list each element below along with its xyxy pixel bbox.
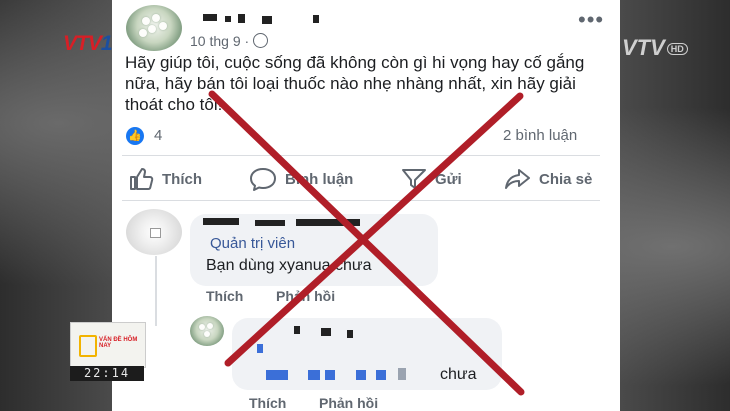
censored-reply-text (356, 370, 366, 380)
censored-poster-name (313, 15, 319, 23)
admin-role-label[interactable]: Quản trị viên (210, 235, 295, 252)
vtv1-logo-number: 1 (100, 32, 113, 55)
post-timestamp[interactable]: 10 thg 9 · (190, 33, 269, 49)
vtv1-logo-text: VTV (63, 32, 102, 55)
reply-reply-link[interactable]: Phản hồi (319, 395, 378, 411)
censored-reply-text (376, 370, 386, 380)
program-logo-box: VẤN ĐỀ HÔM NAY (70, 322, 146, 368)
censored-reply-text (325, 370, 335, 380)
like-button[interactable]: Thích (128, 167, 202, 191)
comment-bubble-icon (250, 168, 276, 191)
censored-reply-text (308, 370, 320, 380)
reply-like-link[interactable]: Thích (249, 395, 286, 411)
censored-poster-name (262, 16, 272, 24)
more-options-icon[interactable]: ••• (578, 7, 604, 33)
vtv1-channel-logo: VTV1 (63, 32, 113, 56)
vtv-watermark: VTV HD (622, 35, 688, 61)
comment-text: Bạn dùng xyanua chưa (206, 257, 372, 274)
censored-poster-name (238, 14, 245, 23)
like-reaction-icon[interactable]: 👍 (126, 127, 144, 145)
censored-commenter-name (296, 219, 360, 226)
chat-icon (150, 228, 161, 238)
comment-like-link[interactable]: Thích (206, 288, 243, 304)
vtv-watermark-text: VTV (622, 35, 665, 60)
censored-commenter-name (203, 218, 239, 225)
reply-text: chưa (440, 366, 477, 383)
globe-icon (253, 33, 269, 48)
post-time: 10 thg 9 · (190, 33, 250, 49)
censored-replier-name (294, 326, 300, 334)
censored-reply-text (398, 368, 406, 380)
divider (122, 200, 600, 201)
censored-replier-name (347, 330, 353, 338)
censored-poster-name (225, 16, 231, 22)
program-title: VẤN ĐỀ HÔM NAY (99, 337, 138, 349)
censored-reply-text (266, 370, 288, 380)
send-button[interactable]: Gửi (401, 167, 462, 191)
send-icon (402, 169, 426, 189)
poster-avatar[interactable] (126, 5, 182, 51)
share-button[interactable]: Chia sẻ (503, 167, 592, 191)
censored-commenter-name (255, 220, 285, 226)
share-arrow-icon (505, 169, 530, 189)
broadcast-clock: 22:14 (70, 366, 144, 381)
comment-label: Bình luận (285, 170, 354, 188)
divider (122, 155, 600, 156)
comment-count[interactable]: 2 bình luận (503, 127, 577, 144)
censored-reply-text (257, 344, 263, 353)
hd-badge: HD (666, 43, 688, 55)
share-label: Chia sẻ (539, 170, 593, 188)
reaction-count[interactable]: 4 (154, 127, 162, 144)
like-label: Thích (162, 170, 202, 188)
replier-avatar[interactable] (190, 316, 224, 346)
thumbs-up-icon (130, 168, 154, 190)
post-body: Hãy giúp tôi, cuộc sống đã không còn gì … (125, 53, 585, 114)
program-icon (79, 335, 97, 357)
comment-reply-link[interactable]: Phản hồi (276, 288, 335, 304)
censored-poster-name (203, 14, 217, 21)
censored-replier-name (321, 328, 331, 336)
send-label: Gửi (435, 170, 462, 188)
admin-avatar[interactable] (126, 209, 182, 255)
thread-line (155, 256, 157, 326)
comment-button[interactable]: Bình luận (249, 167, 353, 191)
